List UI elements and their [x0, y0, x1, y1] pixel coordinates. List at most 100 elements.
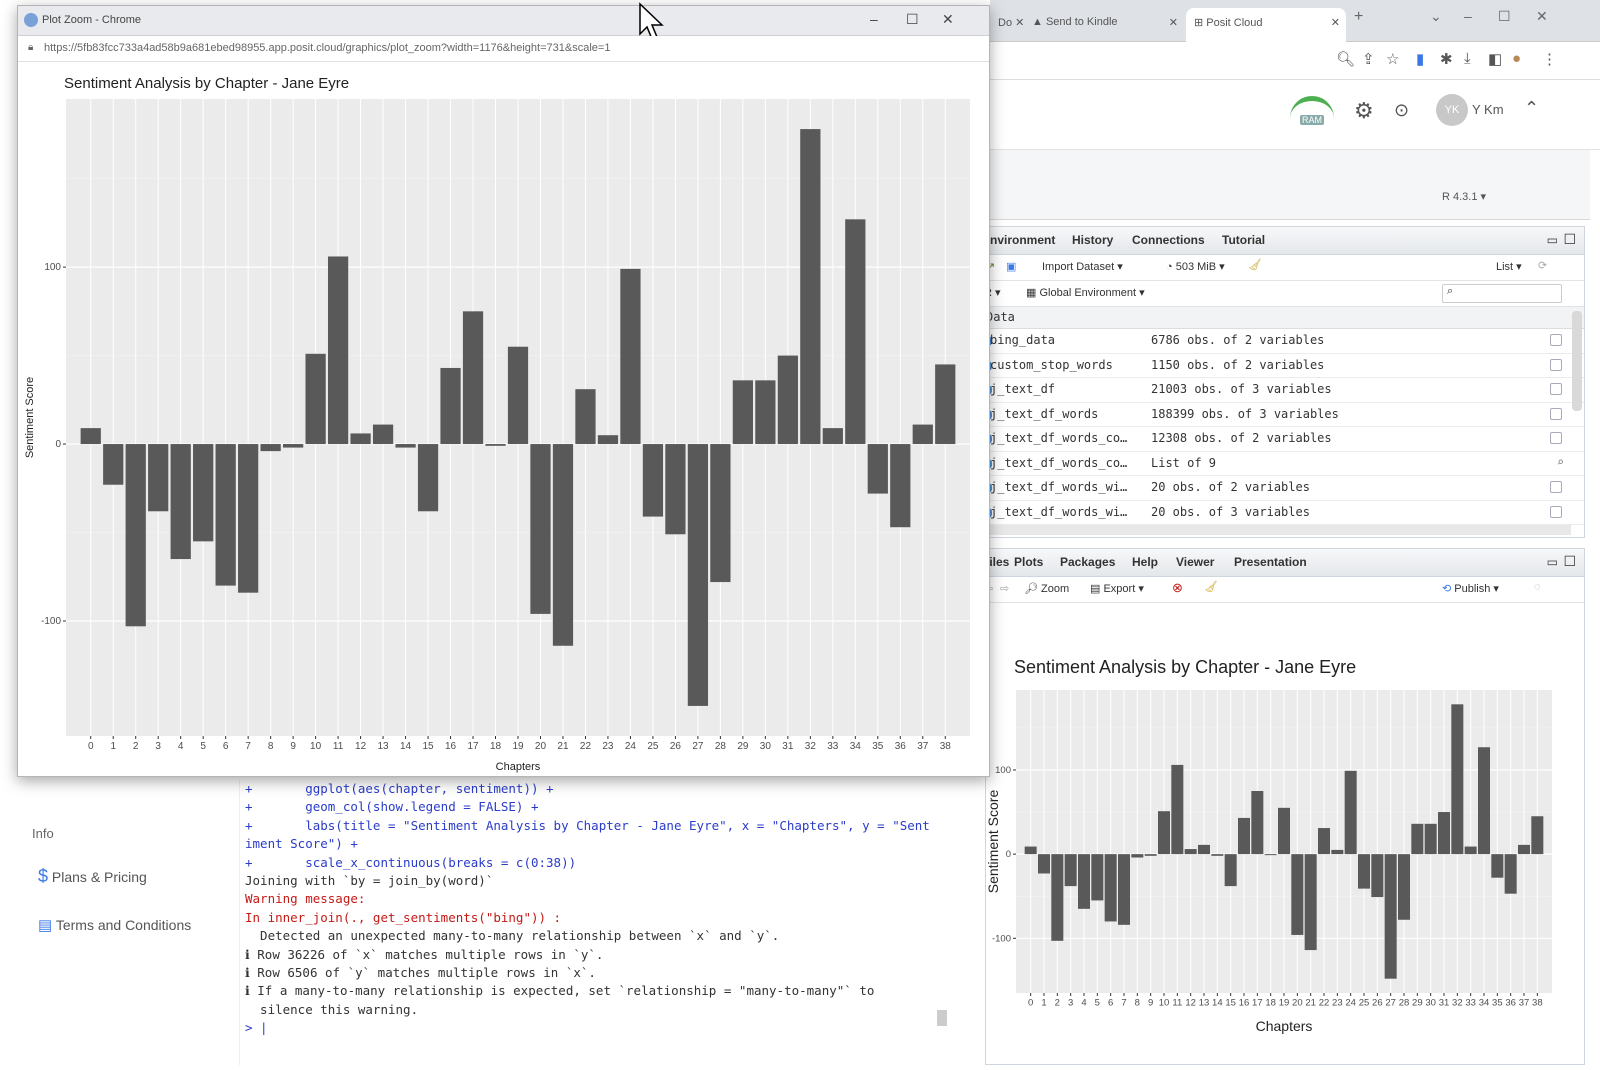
- forward-arrow-icon[interactable]: ⇨: [1000, 582, 1009, 595]
- bar: [1251, 791, 1264, 855]
- sidebar-item-terms[interactable]: ▤ Terms and Conditions: [38, 916, 191, 934]
- maximize-button[interactable]: ☐: [906, 11, 919, 28]
- horizontal-scrollbar[interactable]: [986, 525, 1571, 535]
- table-row[interactable]: j_text_df_words_wi… 20 obs. of 3 variable…: [984, 501, 1584, 525]
- broom-icon[interactable]: 🧹︎: [1204, 580, 1218, 593]
- refresh-icon[interactable]: ◌: [1534, 581, 1541, 593]
- export-button[interactable]: ▤ Export ▾: [1090, 582, 1144, 595]
- publish-button[interactable]: ⟲ Publish ▾: [1442, 582, 1499, 595]
- posit-icon: ⊞: [1194, 17, 1204, 29]
- grid-icon[interactable]: [1550, 358, 1562, 371]
- menu-icon[interactable]: ⋮: [1542, 50, 1557, 68]
- grid-icon[interactable]: [1550, 481, 1562, 493]
- bar: [1344, 770, 1357, 855]
- tab-search-icon[interactable]: ⌄: [1430, 8, 1442, 25]
- browser-tab[interactable]: ▲ Send to Kindle ✕: [1024, 8, 1184, 42]
- table-row[interactable]: custom_stop_words 1150 obs. of 2 variable…: [984, 354, 1584, 378]
- bar: [1091, 854, 1104, 901]
- tab-packages[interactable]: Packages: [1060, 555, 1115, 569]
- list-view-button[interactable]: List ▾: [1496, 260, 1522, 273]
- download-icon[interactable]: ⤓: [1464, 50, 1471, 67]
- env-search-input[interactable]: ⌕: [1442, 284, 1562, 303]
- user-name[interactable]: Y Km: [1472, 102, 1504, 117]
- zoom-button[interactable]: 🔎︎ Zoom: [1024, 582, 1069, 595]
- minimize-pane-icon[interactable]: ▭: [1547, 555, 1558, 569]
- y-axis-label: Sentiment Score: [986, 790, 1001, 894]
- address-bar[interactable]: 🔒︎ https://5fb83fcc733a4ad58b9a681ebed98…: [18, 36, 989, 62]
- new-tab-button[interactable]: +: [1354, 8, 1363, 26]
- profile-icon[interactable]: ●: [1512, 50, 1521, 67]
- x-tick-label: 1: [110, 741, 116, 752]
- x-tick-label: 17: [467, 741, 479, 752]
- ram-gauge-icon[interactable]: RAM: [1290, 96, 1334, 126]
- table-row[interactable]: j_text_df_words_co… 12308 obs. of 2 varia…: [984, 427, 1584, 452]
- tab-help[interactable]: Help: [1132, 555, 1158, 569]
- grid-icon[interactable]: [1550, 432, 1562, 444]
- table-row[interactable]: j_text_df_words_wi… 20 obs. of 2 variable…: [984, 476, 1584, 501]
- bar: [935, 364, 956, 445]
- bar: [597, 435, 619, 445]
- table-row[interactable]: j_text_df 21003 obs. of 3 variables: [984, 378, 1584, 403]
- r-version[interactable]: R 4.3.1 ▾: [1442, 190, 1486, 203]
- grid-icon[interactable]: [1550, 334, 1562, 346]
- memory-usage[interactable]: ◔ 503 MiB ▾: [1166, 260, 1225, 273]
- bar: [215, 444, 236, 586]
- sidebar-item-plans[interactable]: $ Plans & Pricing: [38, 866, 147, 887]
- x-tick-label: 11: [333, 741, 344, 752]
- global-env-select[interactable]: ▦ Global Environment ▾: [1026, 286, 1145, 299]
- table-row[interactable]: j_text_df_words_co… List of 9 ⌕: [984, 452, 1584, 476]
- minimize-button[interactable]: –: [1464, 8, 1472, 24]
- extensions-icon[interactable]: ✱: [1440, 50, 1453, 68]
- grid-icon[interactable]: [1550, 505, 1562, 518]
- refresh-icon[interactable]: ⟳: [1538, 259, 1547, 272]
- y-tick-label: -100: [41, 616, 61, 627]
- star-icon[interactable]: ☆: [1386, 50, 1399, 68]
- vertical-scrollbar[interactable]: [937, 1010, 947, 1026]
- sidepanel-icon[interactable]: ◧: [1488, 50, 1502, 68]
- magnifier-icon[interactable]: ⌕: [1557, 455, 1564, 469]
- tab-presentation[interactable]: Presentation: [1234, 555, 1307, 569]
- import-dataset-button[interactable]: Import Dataset ▾: [1042, 260, 1123, 273]
- chevron-up-icon[interactable]: ⌃: [1524, 98, 1539, 119]
- gear-icon[interactable]: ⚙: [1354, 98, 1374, 124]
- x-tick-label: 2: [133, 741, 139, 752]
- minimize-pane-icon[interactable]: ▭: [1547, 233, 1558, 247]
- close-button[interactable]: ✕: [1536, 8, 1548, 25]
- remove-plot-icon[interactable]: ⊗: [1172, 580, 1183, 596]
- tab-viewer[interactable]: Viewer: [1176, 555, 1214, 569]
- grid-icon[interactable]: [1550, 383, 1562, 395]
- maximize-pane-icon[interactable]: ☐: [1563, 231, 1576, 248]
- zoom-icon[interactable]: 🔍︎: [1336, 50, 1355, 68]
- bar: [372, 424, 394, 445]
- close-icon[interactable]: ✕: [1331, 16, 1340, 29]
- x-tick-label: 30: [1425, 998, 1436, 1009]
- avatar[interactable]: YK: [1436, 94, 1468, 126]
- more-icon[interactable]: ⊙: [1394, 100, 1409, 121]
- broom-icon[interactable]: 🧹︎: [1248, 258, 1262, 271]
- bar: [867, 444, 888, 494]
- tab-connections[interactable]: Connections: [1132, 233, 1205, 247]
- close-icon[interactable]: ✕: [1169, 16, 1178, 29]
- tab-history[interactable]: History: [1072, 233, 1113, 247]
- minimize-button[interactable]: –: [870, 11, 878, 27]
- tab-environment[interactable]: Environment: [982, 233, 1055, 247]
- table-row[interactable]: bing_data 6786 obs. of 2 variables: [984, 329, 1584, 354]
- bar: [620, 268, 641, 445]
- console-line: ℹ Row 36226 of `x` matches multiple rows…: [245, 946, 604, 962]
- bar: [777, 355, 798, 445]
- close-icon[interactable]: ✕: [1015, 17, 1024, 29]
- share-icon[interactable]: ⇪: [1362, 50, 1375, 68]
- grid-icon[interactable]: [1550, 407, 1562, 420]
- document-icon[interactable]: ▮: [1416, 50, 1424, 68]
- maximize-pane-icon[interactable]: ☐: [1563, 553, 1576, 570]
- close-button[interactable]: ✕: [942, 11, 954, 28]
- save-icon[interactable]: ▣: [1006, 260, 1016, 273]
- vertical-scrollbar[interactable]: [1572, 311, 1582, 411]
- tab-plots[interactable]: Plots: [1014, 555, 1043, 569]
- maximize-button[interactable]: ☐: [1498, 8, 1511, 25]
- x-tick-label: 34: [850, 741, 862, 752]
- r-console[interactable]: + ggplot(aes(chapter, sentiment)) + + geo…: [245, 780, 965, 1065]
- browser-tab-active[interactable]: ⊞ Posit Cloud ✕: [1186, 8, 1346, 42]
- tab-tutorial[interactable]: Tutorial: [1222, 233, 1265, 247]
- table-row[interactable]: j_text_df_words 188399 obs. of 3 variable…: [984, 403, 1584, 427]
